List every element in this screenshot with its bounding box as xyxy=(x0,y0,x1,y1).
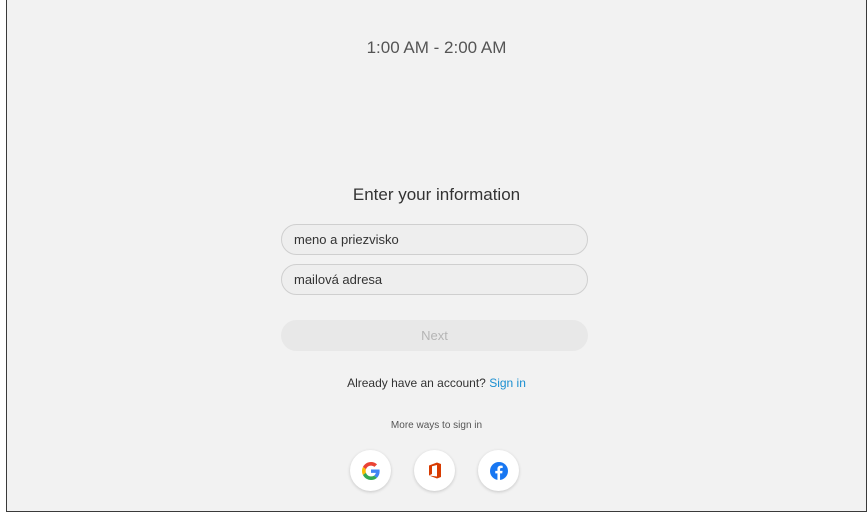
signin-prompt: Already have an account? xyxy=(347,376,486,390)
facebook-signin-button[interactable] xyxy=(478,450,519,491)
office-signin-button[interactable] xyxy=(414,450,455,491)
next-button[interactable]: Next xyxy=(281,320,588,351)
more-ways-label: More ways to sign in xyxy=(390,420,483,431)
name-input[interactable] xyxy=(281,224,588,255)
google-icon xyxy=(361,461,380,480)
office-icon xyxy=(428,462,441,479)
facebook-icon xyxy=(489,461,508,480)
signin-prompt-line: Already have an account? Sign in xyxy=(7,376,866,390)
form-heading: Enter your information xyxy=(352,185,521,204)
page-frame: 1:00 AM - 2:00 AM Enter your information… xyxy=(6,0,867,512)
signin-link[interactable]: Sign in xyxy=(489,376,526,390)
email-input[interactable] xyxy=(281,264,588,295)
meeting-time: 1:00 AM - 2:00 AM xyxy=(366,38,507,57)
google-signin-button[interactable] xyxy=(350,450,391,491)
